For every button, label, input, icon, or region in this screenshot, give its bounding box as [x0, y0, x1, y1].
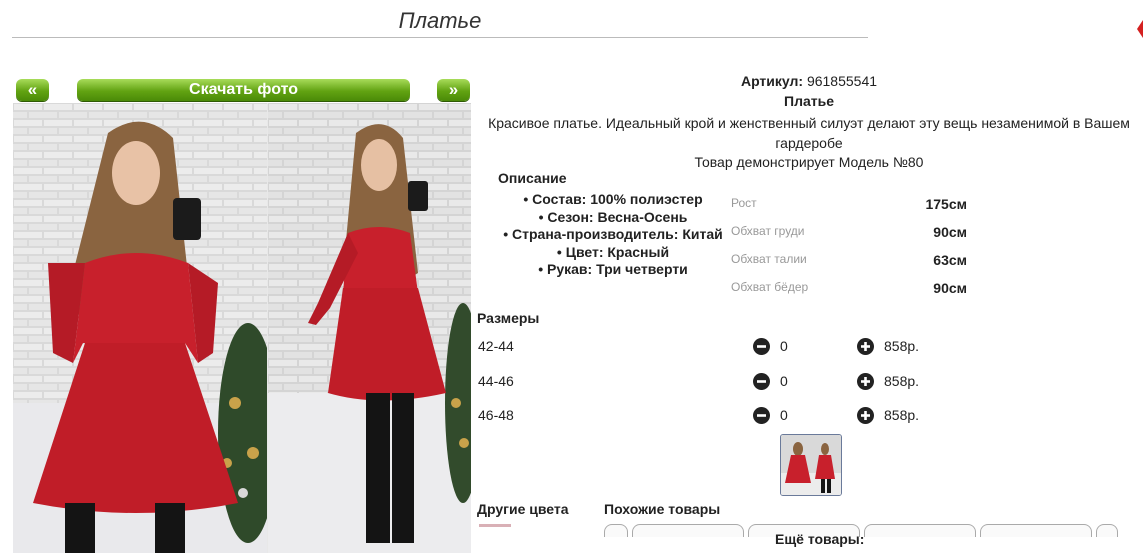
product-photo-side[interactable]	[268, 103, 471, 553]
minus-icon[interactable]	[753, 407, 770, 424]
product-thumbnail[interactable]	[780, 434, 842, 496]
size-name: 44-46	[478, 373, 514, 389]
spec-list: Состав: 100% полиэстер Сезон: Весна-Осен…	[478, 191, 748, 279]
similar-product-card[interactable]	[980, 524, 1092, 537]
size-row: 42-44 0 858р.	[478, 338, 938, 358]
article-label: Артикул:	[740, 73, 804, 89]
spec-item: Цвет: Красный	[478, 244, 748, 262]
plus-icon[interactable]	[857, 373, 874, 390]
size-row: 44-46 0 858р.	[478, 373, 938, 393]
size-name: 42-44	[478, 338, 514, 354]
product-photo-gallery	[13, 103, 471, 553]
quantity-value[interactable]: 0	[780, 338, 788, 354]
similar-product-card[interactable]	[864, 524, 976, 537]
measurement-value: 90см	[933, 280, 967, 296]
measurement-value: 175см	[925, 196, 967, 212]
model-note: Товар демонстрирует Модель №80	[694, 154, 924, 170]
next-photo-button[interactable]: »	[437, 79, 470, 101]
size-row: 46-48 0 858р.	[478, 407, 938, 427]
measurement-value: 90см	[933, 224, 967, 240]
measurement-value: 63см	[933, 252, 967, 268]
measurement-row: Рост 175см	[731, 196, 967, 224]
other-colors-heading: Другие цвета	[477, 501, 569, 517]
title-divider	[12, 37, 868, 38]
plus-icon[interactable]	[857, 407, 874, 424]
download-photo-button[interactable]: Скачать фото	[77, 79, 410, 101]
quantity-value[interactable]: 0	[780, 373, 788, 389]
product-description: Красивое платье. Идеальный крой и женств…	[488, 115, 1130, 151]
quantity-value[interactable]: 0	[780, 407, 788, 423]
minus-icon[interactable]	[753, 373, 770, 390]
plus-icon[interactable]	[857, 338, 874, 355]
model-measurements: Рост 175см Обхват груди 90см Обхват тали…	[731, 196, 967, 308]
minus-icon[interactable]	[753, 338, 770, 355]
size-price: 858р.	[884, 407, 920, 423]
spec-item: Рукав: Три четверти	[478, 261, 748, 279]
size-name: 46-48	[478, 407, 514, 423]
measurement-label: Обхват бёдер	[731, 280, 809, 294]
measurement-row: Обхват груди 90см	[731, 224, 967, 252]
product-photo-front[interactable]	[13, 103, 267, 553]
product-name: Платье	[784, 93, 834, 109]
spec-item: Сезон: Весна-Осень	[478, 209, 748, 227]
prev-photo-button[interactable]: «	[16, 79, 49, 101]
measurement-row: Обхват талии 63см	[731, 252, 967, 280]
similar-carousel-next[interactable]	[1096, 524, 1118, 537]
description-heading: Описание	[498, 170, 567, 186]
similar-product-card[interactable]	[632, 524, 744, 537]
article-line: Артикул: 961855541	[480, 73, 1138, 89]
size-price: 858р.	[884, 338, 920, 354]
more-products-heading: Ещё товары:	[775, 531, 865, 547]
measurement-label: Рост	[731, 196, 757, 210]
measurement-label: Обхват груди	[731, 224, 805, 238]
color-swatch[interactable]	[479, 524, 511, 527]
page-title: Платье	[398, 8, 482, 33]
corner-logo-icon	[1137, 20, 1143, 38]
measurement-row: Обхват бёдер 90см	[731, 280, 967, 308]
spec-item: Состав: 100% полиэстер	[478, 191, 748, 209]
measurement-label: Обхват талии	[731, 252, 807, 266]
spec-item: Страна-производитель: Китай	[478, 226, 748, 244]
article-value: 961855541	[806, 73, 878, 89]
size-price: 858р.	[884, 373, 920, 389]
similar-carousel-prev[interactable]	[604, 524, 628, 537]
similar-products-heading: Похожие товары	[604, 501, 721, 517]
sizes-heading: Размеры	[477, 310, 540, 326]
